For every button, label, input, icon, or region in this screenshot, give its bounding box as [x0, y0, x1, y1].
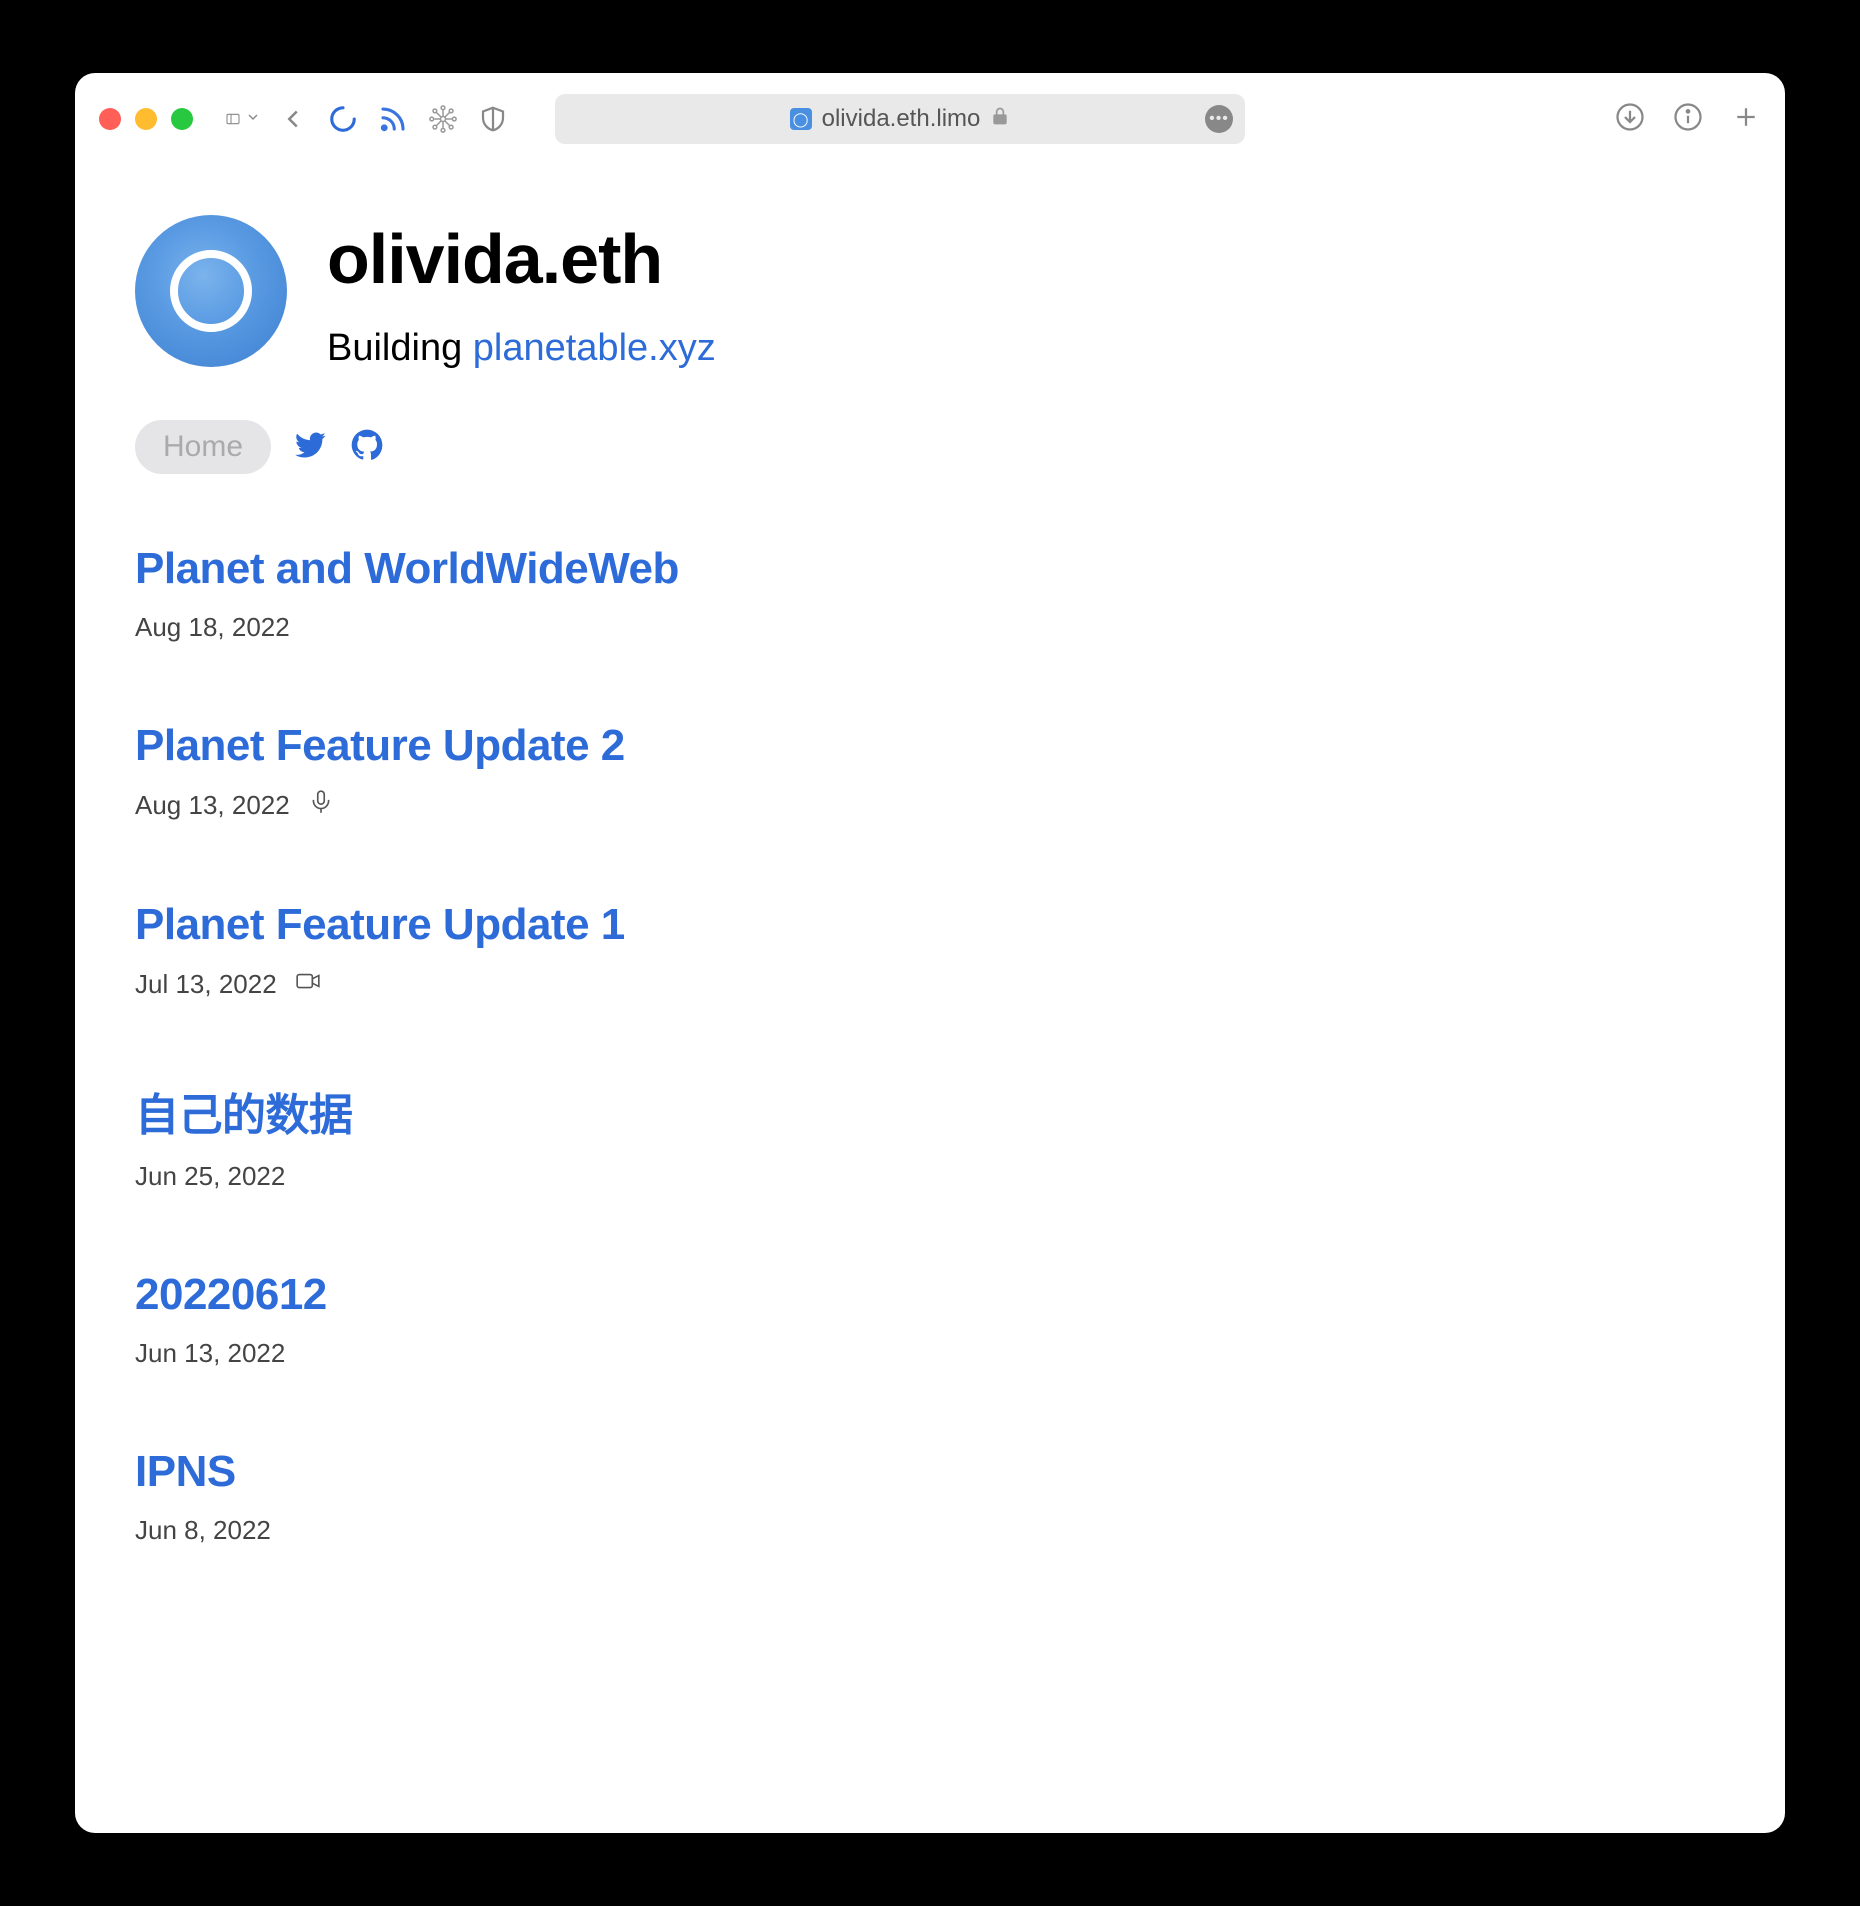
network-icon[interactable] [425, 101, 461, 137]
post-date: Aug 18, 2022 [135, 612, 290, 643]
post-title-link[interactable]: IPNS [135, 1447, 236, 1496]
info-icon[interactable] [1673, 102, 1703, 137]
post-item: IPNS Jun 8, 2022 [135, 1447, 1725, 1546]
url-text: olivida.eth.limo [822, 105, 981, 133]
nav-row: Home [135, 420, 1725, 474]
tagline-link[interactable]: planetable.xyz [473, 327, 716, 369]
maximize-window-button[interactable] [171, 108, 193, 130]
site-title: olivida.eth [327, 219, 716, 299]
reload-loading-icon[interactable] [325, 101, 361, 137]
post-date: Jun 25, 2022 [135, 1161, 285, 1192]
lock-icon [990, 105, 1010, 133]
close-window-button[interactable] [99, 108, 121, 130]
rss-icon[interactable] [375, 101, 411, 137]
post-title-link[interactable]: 自己的数据 [135, 1091, 353, 1140]
microphone-icon [308, 789, 334, 822]
traffic-lights [99, 108, 193, 130]
post-item: 20220612 Jun 13, 2022 [135, 1270, 1725, 1369]
chevron-down-icon [245, 109, 261, 130]
minimize-window-button[interactable] [135, 108, 157, 130]
nav-home-pill[interactable]: Home [135, 420, 271, 474]
post-item: Planet Feature Update 1 Jul 13, 2022 [135, 900, 1725, 1001]
avatar [135, 215, 287, 367]
shield-icon[interactable] [475, 101, 511, 137]
address-bar[interactable]: ◯ olivida.eth.limo ••• [555, 94, 1245, 144]
post-item: Planet and WorldWideWeb Aug 18, 2022 [135, 544, 1725, 643]
page-content: olivida.eth Building planetable.xyz Home… [75, 165, 1785, 1596]
post-item: Planet Feature Update 2 Aug 13, 2022 [135, 721, 1725, 822]
downloads-icon[interactable] [1615, 102, 1645, 137]
post-date: Jun 8, 2022 [135, 1515, 271, 1546]
post-list: Planet and WorldWideWeb Aug 18, 2022 Pla… [135, 544, 1725, 1546]
video-icon [295, 968, 321, 1001]
browser-window: ◯ olivida.eth.limo ••• olivida.eth Build… [75, 73, 1785, 1833]
post-title-link[interactable]: 20220612 [135, 1270, 327, 1319]
post-date: Jul 13, 2022 [135, 969, 277, 1000]
toolbar-right [1615, 102, 1761, 137]
new-tab-button[interactable] [1731, 102, 1761, 137]
post-title-link[interactable]: Planet and WorldWideWeb [135, 544, 679, 593]
sidebar-toggle-button[interactable] [225, 101, 261, 137]
twitter-icon[interactable] [295, 429, 327, 466]
site-favicon-icon: ◯ [790, 108, 812, 130]
titlebar: ◯ olivida.eth.limo ••• [75, 73, 1785, 165]
post-date: Jun 13, 2022 [135, 1338, 285, 1369]
back-button[interactable] [275, 101, 311, 137]
github-icon[interactable] [351, 429, 383, 466]
tagline-prefix: Building [327, 327, 473, 369]
post-title-link[interactable]: Planet Feature Update 2 [135, 721, 625, 770]
post-title-link[interactable]: Planet Feature Update 1 [135, 900, 625, 949]
post-date: Aug 13, 2022 [135, 790, 290, 821]
more-options-icon[interactable]: ••• [1205, 105, 1233, 133]
site-tagline: Building planetable.xyz [327, 327, 716, 370]
post-item: 自己的数据 Jun 25, 2022 [135, 1079, 1725, 1192]
site-header: olivida.eth Building planetable.xyz [135, 215, 1725, 370]
